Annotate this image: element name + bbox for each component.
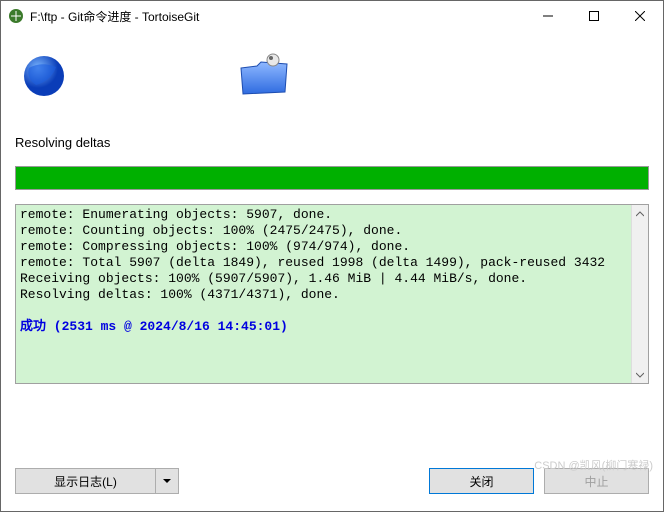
show-log-splitbutton: 显示日志(L) <box>15 468 179 494</box>
button-bar: 显示日志(L) 关闭 中止 <box>1 455 663 511</box>
dialog-window: F:\ftp - Git命令进度 - TortoiseGit <box>0 0 664 512</box>
show-log-label: 显示日志(L) <box>54 473 117 490</box>
minimize-button[interactable] <box>525 1 571 31</box>
window-controls <box>525 1 663 31</box>
abort-button[interactable]: 中止 <box>544 468 649 494</box>
close-button[interactable]: 关闭 <box>429 468 534 494</box>
log-text[interactable]: remote: Enumerating objects: 5907, done.… <box>16 205 631 383</box>
abort-label: 中止 <box>584 473 608 490</box>
chevron-down-icon <box>163 474 171 488</box>
maximize-button[interactable] <box>571 1 617 31</box>
log-line: remote: Total 5907 (delta 1849), reused … <box>20 255 605 270</box>
log-line: Receiving objects: 100% (5907/5907), 1.4… <box>20 271 527 286</box>
folder-icon <box>237 52 293 103</box>
progress-bar <box>15 166 649 190</box>
scroll-up-icon[interactable] <box>632 205 648 222</box>
log-line: Resolving deltas: 100% (4371/4371), done… <box>20 287 340 302</box>
icon-row <box>15 43 649 107</box>
show-log-dropdown[interactable] <box>155 468 179 494</box>
log-output: remote: Enumerating objects: 5907, done.… <box>15 204 649 384</box>
globe-icon <box>21 53 67 102</box>
log-line: remote: Enumerating objects: 5907, done. <box>20 207 332 222</box>
log-line: remote: Compressing objects: 100% (974/9… <box>20 239 410 254</box>
log-line: remote: Counting objects: 100% (2475/247… <box>20 223 402 238</box>
app-icon <box>8 8 24 24</box>
log-scrollbar[interactable] <box>631 205 648 383</box>
titlebar: F:\ftp - Git命令进度 - TortoiseGit <box>1 1 663 31</box>
show-log-button[interactable]: 显示日志(L) <box>15 468 155 494</box>
content-area: Resolving deltas remote: Enumerating obj… <box>1 31 663 455</box>
close-label: 关闭 <box>469 473 493 490</box>
status-label: Resolving deltas <box>15 135 649 150</box>
scroll-down-icon[interactable] <box>632 366 648 383</box>
log-success-line: 成功 (2531 ms @ 2024/8/16 14:45:01) <box>20 319 288 334</box>
close-window-button[interactable] <box>617 1 663 31</box>
window-title: F:\ftp - Git命令进度 - TortoiseGit <box>30 8 525 25</box>
